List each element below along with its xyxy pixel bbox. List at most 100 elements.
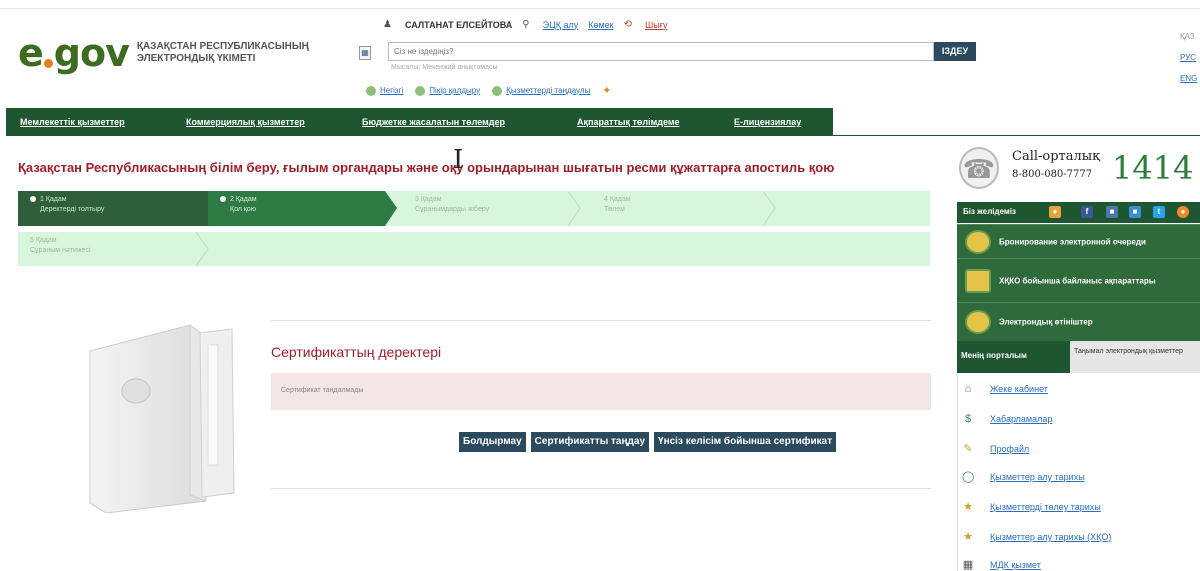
service-history-link[interactable]: Қызметтер алу тарихы [990, 472, 1085, 482]
page-title: Қазақстан Республикасының білім беру, ғы… [18, 160, 835, 175]
search-button[interactable]: ІЗДЕУ [934, 42, 976, 61]
step-chevron [385, 191, 397, 226]
call-center: ☎ Call-орталық 8-800-080-7777 1414 [957, 145, 1200, 195]
exit-link[interactable]: Шығу [645, 20, 668, 30]
facebook-icon[interactable]: f [1081, 206, 1093, 218]
list-item: ★ Қызметтер алу тарихы (ХҚО) [962, 531, 1111, 543]
step-3[interactable]: 3 Қадам Сұранымдарды жіберу [403, 191, 578, 226]
lang-rus[interactable]: РУС [1180, 47, 1197, 68]
egov-logo[interactable]: e gov ҚАЗАҚСТАН РЕСПУБЛИКАСЫНЫҢ ЭЛЕКТРОНД… [18, 34, 367, 72]
text-cursor-icon: I [453, 145, 464, 175]
file-cabinet-icon [89, 324, 235, 513]
nav-e-licensing[interactable]: E-лицензиялау [734, 117, 801, 127]
profile-icon: ✎ [963, 443, 973, 455]
home-link[interactable]: Негізгі [380, 86, 403, 95]
step-number: 5 Қадам [30, 237, 57, 244]
step-separator [567, 191, 581, 226]
history-icon: ◯ [962, 471, 975, 483]
top-divider [0, 8, 1200, 9]
step-check-icon [220, 196, 226, 203]
user-icon: ♟ [383, 19, 392, 30]
profile-link[interactable]: Профайл [990, 444, 1029, 454]
step-4[interactable]: 4 Қадам Төлем [592, 191, 767, 226]
tab-my-portal[interactable]: Менің порталым [957, 341, 1070, 373]
step-label: Сұраным нәтижесі [30, 247, 91, 254]
mdk-service-link[interactable]: МДК қызмет [990, 560, 1041, 570]
step-label: Төлем [604, 206, 625, 213]
list-item: ★ Қызметтерді төлеу тарихы [962, 501, 1101, 513]
con-history-link[interactable]: Қызметтер алу тарихы (ХҚО) [990, 532, 1111, 542]
payment-icon: ★ [963, 501, 973, 513]
language-switcher: ҚАЗ РУС ENG [1180, 26, 1197, 89]
personal-cabinet-link[interactable]: Жеке кабинет [990, 384, 1048, 394]
step-label: Сұранымдарды жіберу [415, 206, 490, 213]
section-divider [271, 488, 931, 489]
step-number: 4 Қадам [604, 196, 631, 203]
portal-links: ⌂ Жеке кабинет $ Хабарламалар ✎ Профайл … [957, 373, 1200, 571]
certificate-status: Сертификат таңдалмады [271, 373, 931, 410]
sidebar-item-queue[interactable]: Бронирование электронной очереди [957, 224, 1200, 258]
search-hint: Мысалы: Мекенжай анықтамасы [391, 64, 498, 71]
call-short-number: 1414 [1112, 149, 1194, 187]
certificate-title: Сертификаттың деректері [271, 344, 442, 360]
mail-icon[interactable]: ■ [1129, 206, 1141, 218]
service-icon: ▦ [962, 559, 974, 571]
search-input[interactable] [388, 42, 934, 61]
sidebar-item-e-applications[interactable]: Электрондық өтініштер [957, 302, 1200, 341]
step-number: 2 Қадам [230, 196, 257, 203]
social-app-icon[interactable]: ● [1049, 206, 1061, 218]
cancel-button[interactable]: Болдырмау [459, 432, 526, 452]
home-icon: ⌂ [964, 383, 972, 395]
bird-icon: ✦ [602, 85, 612, 97]
main-nav: Мемлекеттік қызметтер Коммерциялық қызме… [6, 108, 833, 136]
lang-eng[interactable]: ENG [1180, 68, 1197, 89]
phone-icon: ☎ [959, 147, 999, 189]
applications-icon [965, 310, 991, 334]
lang-kaz[interactable]: ҚАЗ [1180, 26, 1197, 47]
ok-icon[interactable]: ● [1177, 206, 1189, 218]
nav-state-services[interactable]: Мемлекеттік қызметтер [20, 117, 125, 127]
exit-icon: ⟲ [623, 19, 633, 30]
section-divider [271, 320, 931, 321]
favorites-link[interactable]: Қызметтерді таңдаулы [506, 86, 590, 95]
sidebar-item-contacts[interactable]: ХҚКО бойынша байланыс ақпараттары [957, 258, 1200, 302]
nav-divider [833, 135, 1200, 136]
sidebar-item-label: Бронирование электронной очереди [999, 237, 1146, 246]
list-item: $ Хабарламалар [962, 413, 1052, 425]
star-icon [492, 85, 503, 96]
feedback-link[interactable]: Пікір қалдыру [429, 86, 480, 95]
step-check-icon [30, 196, 36, 203]
social-bar: Біз желідеміз ● f ■ ■ t ● [957, 202, 1200, 223]
logo-dot-icon [43, 59, 53, 68]
keyboard-icon[interactable]: ▦ [359, 46, 371, 60]
call-phone: 8-800-080-7777 [1012, 169, 1093, 180]
step-row-1: 1 Қадам Деректерді толтыру 2 Қадам Қол қ… [18, 191, 930, 226]
step-1[interactable]: 1 Қадам Деректерді толтыру [18, 191, 208, 226]
step-number: 3 Қадам [415, 196, 442, 203]
nav-budget-payments[interactable]: Бюджетке жасалатын төлемдер [362, 117, 505, 127]
eds-link[interactable]: ЭЦҚ алу [543, 20, 579, 30]
user-bar: ♟ САЛТАНАТ ЕЛСЕЙТОВА ⚲ ЭЦҚ алу Көмек ⟲ Ш… [383, 19, 668, 30]
vk-icon[interactable]: ■ [1106, 206, 1118, 218]
step-row-2: 5 Қадам Сұраным нәтижесі [18, 232, 930, 266]
step-progress: 1 Қадам Деректерді толтыру 2 Қадам Қол қ… [18, 191, 930, 266]
twitter-icon[interactable]: t [1153, 206, 1165, 218]
default-certificate-button[interactable]: Үнсіз келісім бойынша сертификат [654, 432, 837, 452]
social-label: Біз желідеміз [963, 207, 1017, 216]
choose-certificate-button[interactable]: Сертификатты таңдау [530, 432, 650, 452]
help-link[interactable]: Көмек [588, 20, 613, 30]
nav-info-reference[interactable]: Ақпараттық төлімдеме [577, 117, 680, 127]
payment-history-link[interactable]: Қызметтерді төлеу тарихы [990, 502, 1101, 512]
step-2[interactable]: 2 Қадам Қол қою [208, 191, 397, 226]
list-item: ◯ Қызметтер алу тарихы [962, 471, 1085, 483]
step-5[interactable]: 5 Қадам Сұраным нәтижесі [18, 232, 198, 266]
list-item: ⌂ Жеке кабинет [962, 383, 1048, 395]
step-separator [195, 232, 209, 266]
nav-commercial-services[interactable]: Коммерциялық қызметтер [186, 117, 305, 127]
step-number: 1 Қадам [40, 196, 67, 203]
certificate-actions: Болдырмау Сертификатты таңдау Үнсіз келі… [459, 432, 837, 452]
tab-popular-services[interactable]: Таңымал электрондық қызметтер [1070, 341, 1200, 373]
notifications-link[interactable]: Хабарламалар [990, 414, 1052, 424]
list-item: ▦ МДК қызмет [962, 559, 1041, 571]
con-history-icon: ★ [963, 531, 973, 543]
